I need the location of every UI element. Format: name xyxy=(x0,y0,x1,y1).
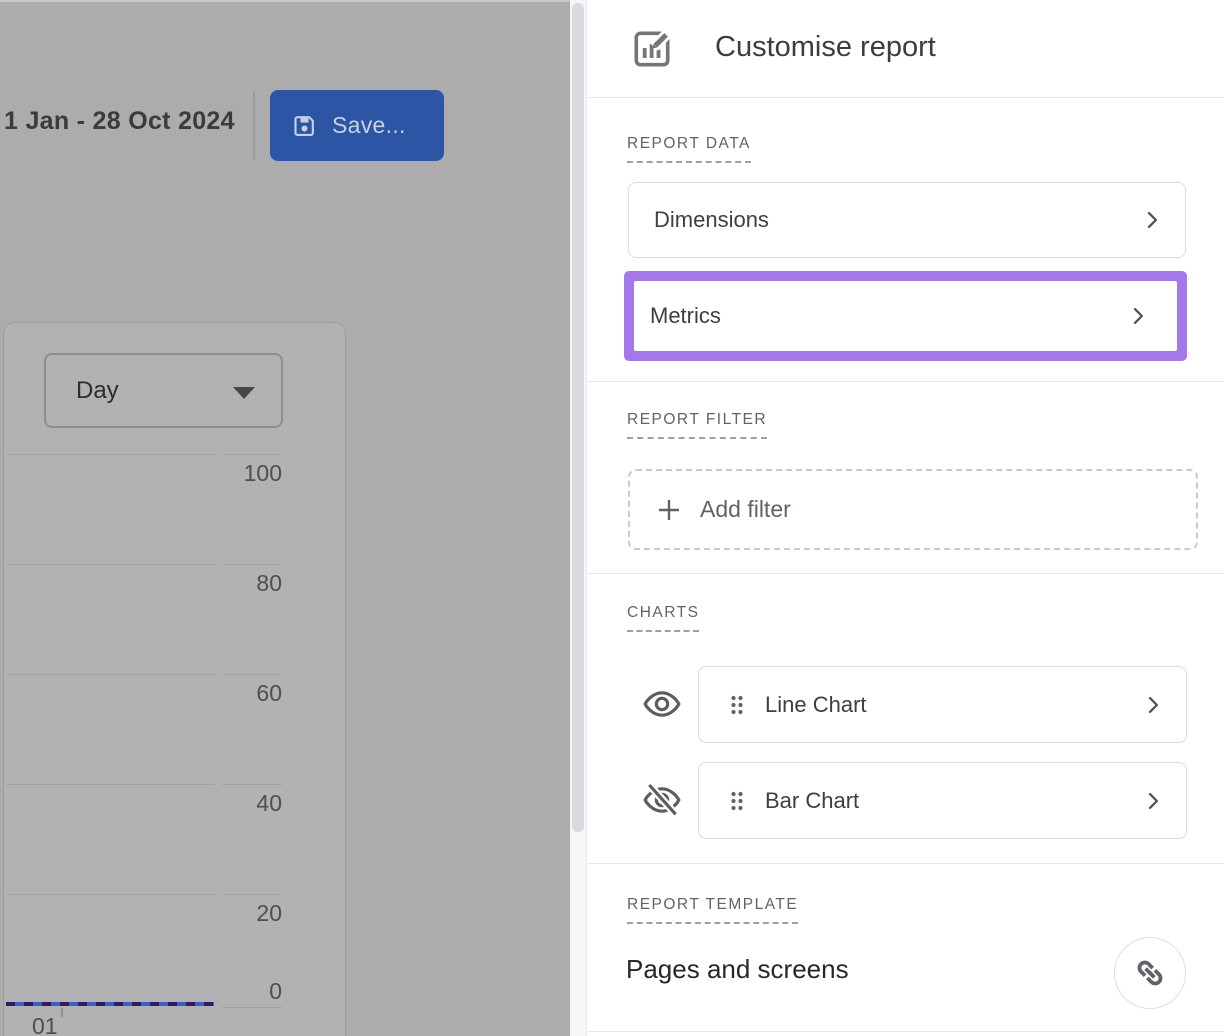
gridtick-60 xyxy=(222,674,282,675)
report-template-section-label: REPORT TEMPLATE xyxy=(627,896,798,924)
add-filter-button[interactable]: Add filter xyxy=(628,469,1198,550)
eye-off-icon xyxy=(642,780,682,820)
y-axis-label: 60 xyxy=(192,680,282,707)
chevron-right-icon xyxy=(1140,692,1166,718)
y-axis-label: 80 xyxy=(192,570,282,597)
caret-down-icon xyxy=(233,387,255,399)
report-template-name: Pages and screens xyxy=(626,954,849,985)
customise-report-panel: Customise report REPORT DATA Dimensions … xyxy=(586,0,1224,1036)
panel-title: Customise report xyxy=(715,31,936,64)
drag-handle-icon[interactable] xyxy=(729,693,745,717)
report-filter-section-label: REPORT FILTER xyxy=(627,411,767,439)
gridline-80 xyxy=(6,564,215,565)
x-axis-tick xyxy=(61,1008,63,1017)
bar-chart-label: Bar Chart xyxy=(765,788,859,814)
report-chart-card xyxy=(3,322,346,1036)
x-axis-label: 01 xyxy=(32,1013,58,1036)
unlink-icon xyxy=(1131,954,1169,992)
bar-chart-row[interactable]: Bar Chart xyxy=(698,762,1187,839)
y-axis-label: 100 xyxy=(192,460,282,487)
gridtick-0 xyxy=(222,1007,282,1008)
gridtick-20 xyxy=(222,894,282,895)
gridline-100 xyxy=(6,454,215,455)
section-divider xyxy=(587,1031,1224,1032)
add-filter-label: Add filter xyxy=(700,496,791,523)
header-divider xyxy=(253,91,255,160)
bar-chart-visibility-toggle[interactable] xyxy=(640,779,684,821)
charts-section-label: CHARTS xyxy=(627,604,699,632)
gridline-40 xyxy=(6,784,215,785)
chevron-right-icon xyxy=(1125,303,1151,329)
section-divider xyxy=(587,381,1224,382)
top-edge-highlight xyxy=(0,0,570,2)
report-data-section-label: REPORT DATA xyxy=(627,135,751,163)
gridline-20 xyxy=(6,894,215,895)
scrollbar-thumb[interactable] xyxy=(572,3,584,832)
section-divider xyxy=(587,573,1224,574)
section-divider xyxy=(587,97,1224,98)
eye-icon xyxy=(642,684,682,724)
ga-customise-report-screen: 1 Jan - 28 Oct 2024 Save... Day 100 80 6… xyxy=(0,0,1224,1036)
y-axis-label: 0 xyxy=(192,978,282,1005)
y-axis-label: 40 xyxy=(192,790,282,817)
unlink-template-button[interactable] xyxy=(1114,937,1186,1009)
gridtick-80 xyxy=(222,564,282,565)
chevron-right-icon xyxy=(1140,788,1166,814)
edit-report-icon xyxy=(629,26,675,72)
line-chart-series-flat-zero xyxy=(6,1002,214,1006)
gridline-60 xyxy=(6,674,215,675)
gridtick-100 xyxy=(222,454,282,455)
save-floppy-icon xyxy=(291,112,318,139)
line-chart-label: Line Chart xyxy=(765,692,867,718)
line-chart-row[interactable]: Line Chart xyxy=(698,666,1187,743)
metrics-row[interactable]: Metrics xyxy=(634,281,1177,351)
granularity-value: Day xyxy=(76,377,119,405)
plus-icon xyxy=(654,495,684,525)
date-range-selector[interactable]: 1 Jan - 28 Oct 2024 xyxy=(4,107,235,136)
metrics-label: Metrics xyxy=(650,303,721,329)
metrics-highlight-box: Metrics xyxy=(624,271,1187,361)
y-axis-label: 20 xyxy=(192,900,282,927)
drag-handle-icon[interactable] xyxy=(729,789,745,813)
save-button[interactable]: Save... xyxy=(270,90,444,161)
gridtick-40 xyxy=(222,784,282,785)
chevron-right-icon xyxy=(1139,207,1165,233)
save-button-label: Save... xyxy=(332,112,406,139)
dimensions-row[interactable]: Dimensions xyxy=(628,182,1186,258)
granularity-dropdown[interactable]: Day xyxy=(44,353,283,428)
dimensions-label: Dimensions xyxy=(654,207,769,233)
line-chart-visibility-toggle[interactable] xyxy=(640,683,684,725)
section-divider xyxy=(587,863,1224,864)
